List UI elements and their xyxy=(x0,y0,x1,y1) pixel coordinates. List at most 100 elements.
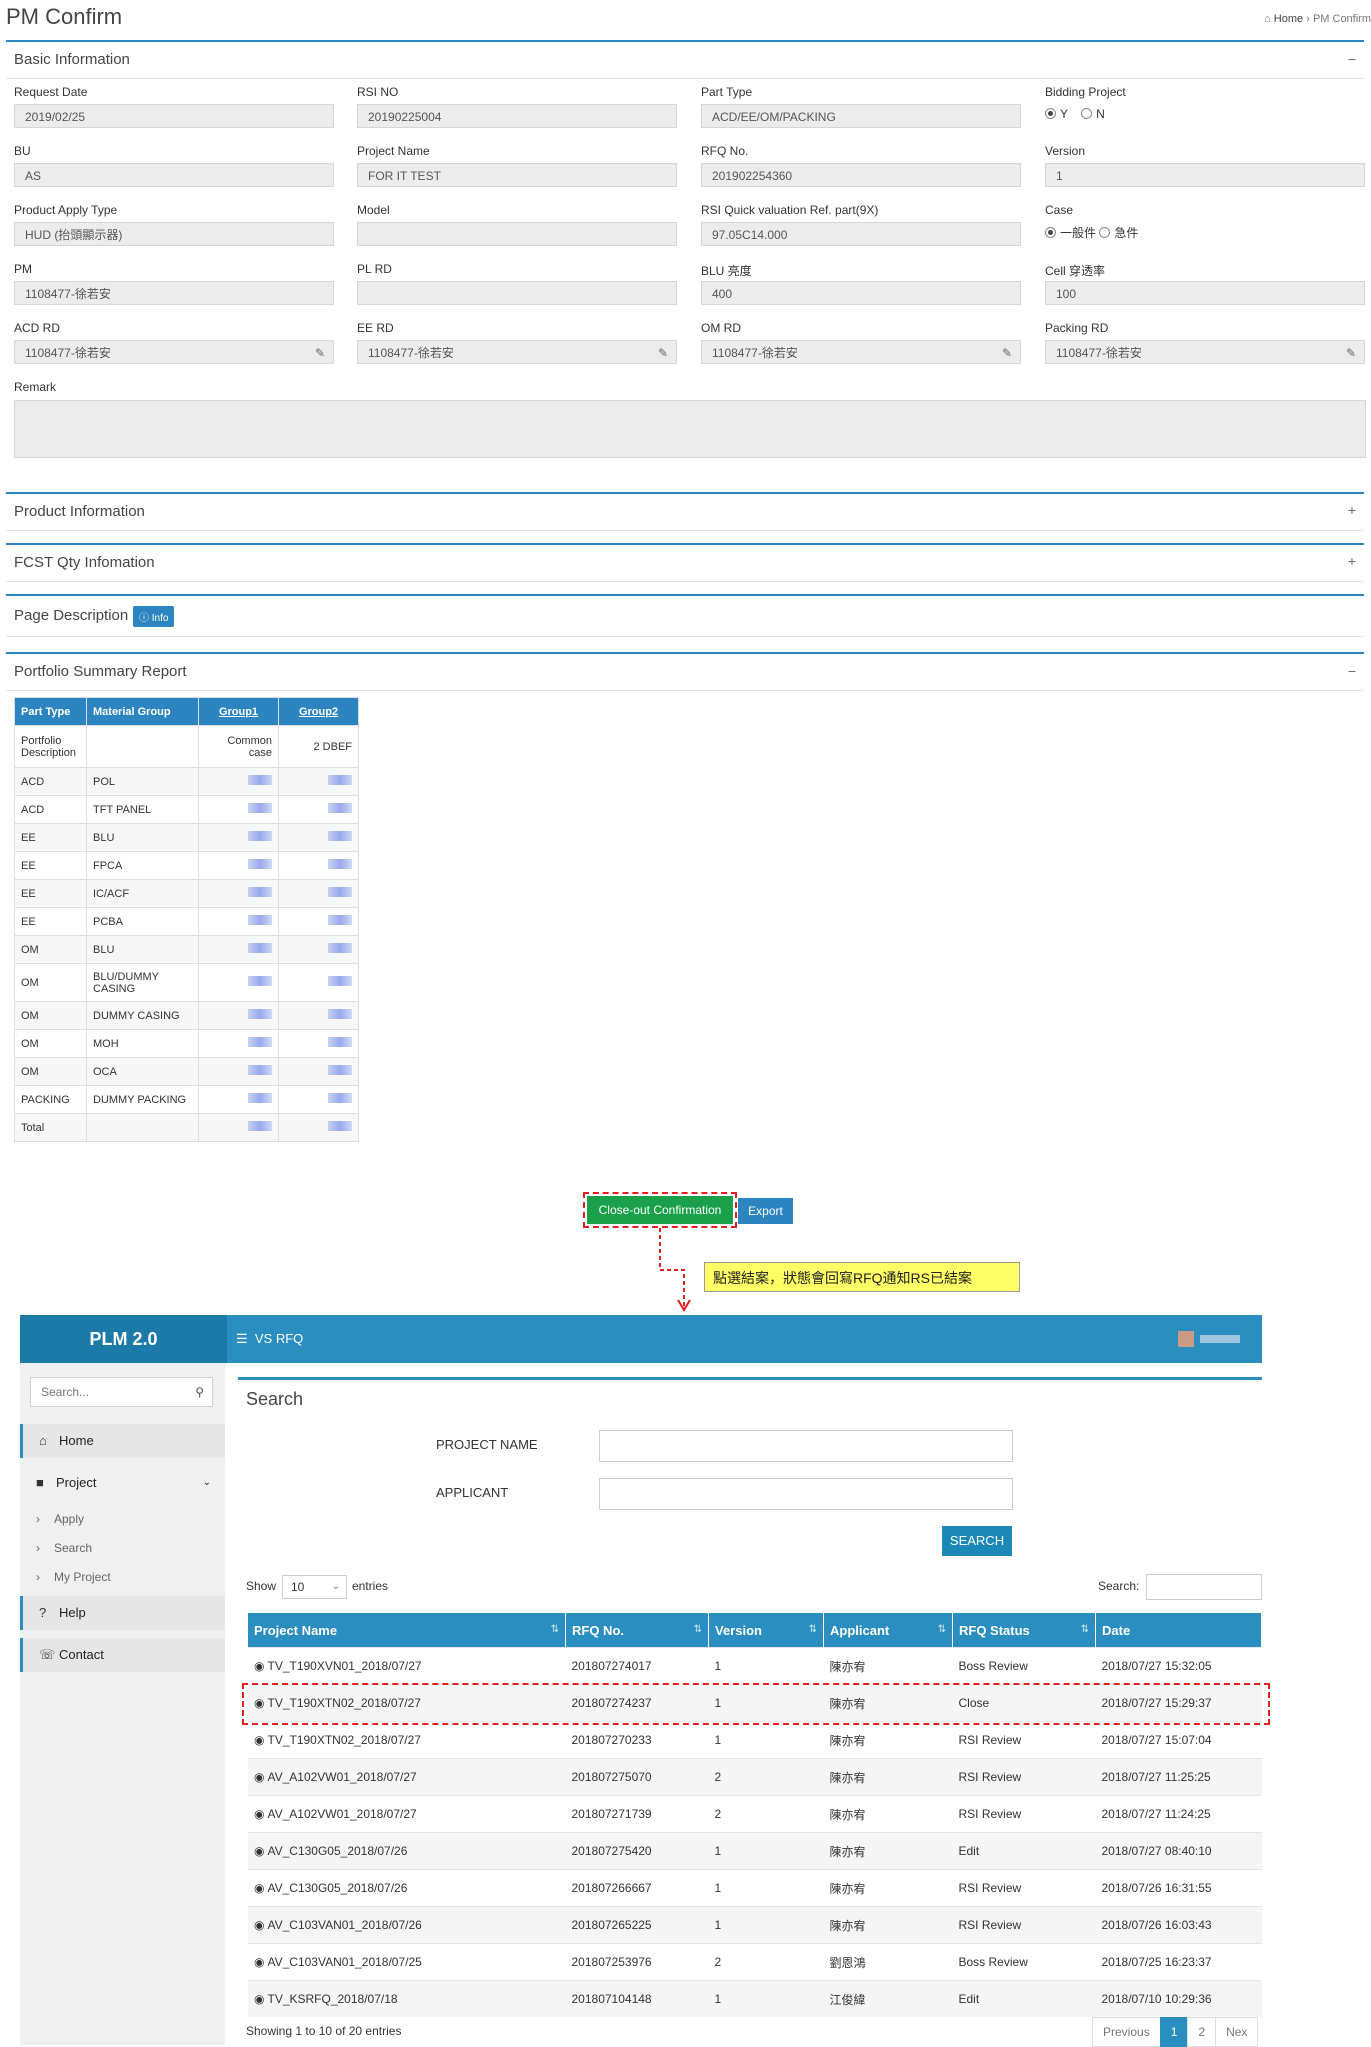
plm-menu-label: VS RFQ xyxy=(254,1331,304,1346)
edit-icon[interactable]: ✎ xyxy=(1346,341,1356,363)
table-row[interactable]: ◉ AV_A102VW01_2018/07/27 201807271739 2 陳亦宥 R… xyxy=(248,1795,1262,1833)
col-project-name[interactable]: Project Name ⇅ xyxy=(248,1613,566,1648)
breadcrumb-home[interactable]: Home xyxy=(1274,13,1303,25)
col-rfq-status[interactable]: RFQ Status ⇅ xyxy=(952,1613,1096,1648)
table-search-input[interactable] xyxy=(1146,1574,1262,1600)
project-name-link[interactable]: AV_C103VAN01_2018/07/26 xyxy=(267,1918,421,1932)
project-name-link[interactable]: TV_KSRFQ_2018/07/18 xyxy=(267,1992,397,2006)
fcst-panel-header[interactable]: FCST Qty Infomation + xyxy=(6,543,1364,582)
table-row[interactable]: ◉ AV_C103VAN01_2018/07/26 201807265225 1 陳亦宥… xyxy=(248,1906,1262,1944)
sidebar-item-contact[interactable]: ☏ Contact xyxy=(20,1638,225,1672)
sidebar-subitem-search[interactable]: › Search xyxy=(20,1534,225,1562)
sidebar-item-home[interactable]: ⌂ Home xyxy=(20,1424,225,1458)
edit-icon[interactable]: ✎ xyxy=(658,341,668,363)
col-date[interactable]: Date xyxy=(1095,1613,1262,1648)
search-button[interactable]: SEARCH xyxy=(942,1526,1012,1556)
col-label: Date xyxy=(1102,1622,1131,1638)
eye-icon[interactable]: ◉ xyxy=(254,1881,264,1895)
sort-icon[interactable]: ⇅ xyxy=(1081,1613,1089,1647)
sidebar-subitem-apply[interactable]: › Apply xyxy=(20,1505,225,1533)
project-name-cell[interactable]: ◉ AV_A102VW01_2018/07/27 xyxy=(248,1758,566,1796)
plm-menu[interactable]: ☰ VS RFQ xyxy=(236,1315,303,1363)
table-row[interactable]: ◉ TV_KSRFQ_2018/07/18 201807104148 1 江俊緯 Edit… xyxy=(248,1980,1262,2017)
sort-icon[interactable]: ⇅ xyxy=(809,1613,817,1647)
product-info-panel-header[interactable]: Product Information + xyxy=(6,492,1364,531)
sort-icon[interactable]: ⇅ xyxy=(694,1613,702,1647)
edit-icon[interactable]: ✎ xyxy=(315,341,325,363)
table-row[interactable]: ◉ TV_T190XVN01_2018/07/27 201807274017 1 陳亦宥… xyxy=(248,1647,1262,1685)
col-rfq-no[interactable]: RFQ No. ⇅ xyxy=(565,1613,709,1648)
project-name-cell[interactable]: ◉ AV_C130G05_2018/07/26 xyxy=(248,1869,566,1907)
portfolio-part-type-cell: OM xyxy=(14,963,87,1002)
info-badge[interactable]: ⓘ Info xyxy=(133,606,175,627)
table-row[interactable]: ◉ AV_C130G05_2018/07/26 201807266667 1 陳亦宥 RS… xyxy=(248,1869,1262,1907)
project-name-cell[interactable]: ◉ TV_T190XVN01_2018/07/27 xyxy=(248,1647,566,1685)
portfolio-col-group1[interactable]: Group1 xyxy=(198,697,279,726)
project-name-link[interactable]: TV_T190XVN01_2018/07/27 xyxy=(267,1659,421,1673)
table-row[interactable]: ◉ TV_T190XTN02_2018/07/27 201807270233 1 陳亦宥… xyxy=(248,1721,1262,1759)
sidebar-subitem-my-project[interactable]: › My Project xyxy=(20,1563,225,1591)
eye-icon[interactable]: ◉ xyxy=(254,1955,264,1969)
pagination-page-1[interactable]: 1 xyxy=(1159,2017,1189,2047)
table-row[interactable]: ◉ AV_C103VAN01_2018/07/25 201807253976 2 劉恩鴻… xyxy=(248,1943,1262,1981)
plm-brand[interactable]: PLM 2.0 xyxy=(20,1315,227,1363)
bidding-no-radio[interactable] xyxy=(1081,108,1093,119)
applicant-filter-input[interactable] xyxy=(599,1478,1013,1510)
show-label: Show xyxy=(246,1579,277,1593)
table-row[interactable]: ◉ AV_C130G05_2018/07/26 201807275420 1 陳亦宥 Ed… xyxy=(248,1832,1262,1870)
project-name-link[interactable]: AV_A102VW01_2018/07/27 xyxy=(267,1807,416,1821)
eye-icon[interactable]: ◉ xyxy=(254,1807,264,1821)
eye-icon[interactable]: ◉ xyxy=(254,1918,264,1932)
portfolio-col-group2[interactable]: Group2 xyxy=(278,697,359,726)
project-name-link[interactable]: AV_C130G05_2018/07/26 xyxy=(267,1844,407,1858)
portfolio-material-group-cell: MOH xyxy=(86,1029,199,1058)
pagination-page-2[interactable]: 2 xyxy=(1187,2017,1217,2047)
edit-icon[interactable]: ✎ xyxy=(1002,341,1012,363)
eye-icon[interactable]: ◉ xyxy=(254,1844,264,1858)
project-name-cell[interactable]: ◉ AV_A102VW01_2018/07/27 xyxy=(248,1795,566,1833)
pagination-previous[interactable]: Previous xyxy=(1092,2017,1161,2047)
case-urgent-radio[interactable] xyxy=(1099,227,1111,238)
pagination-next[interactable]: Nex xyxy=(1215,2017,1259,2047)
sort-icon[interactable]: ⇅ xyxy=(551,1613,559,1647)
export-button[interactable]: Export xyxy=(738,1198,793,1224)
portfolio-part-type-cell: EE xyxy=(14,851,87,880)
hamburger-icon[interactable]: ☰ xyxy=(236,1331,248,1346)
eye-icon[interactable]: ◉ xyxy=(254,1992,264,2006)
project-name-link[interactable]: AV_A102VW01_2018/07/27 xyxy=(267,1770,416,1784)
rfq-status-cell: RSI Review xyxy=(952,1758,1096,1796)
col-version[interactable]: Version ⇅ xyxy=(708,1613,824,1648)
search-icon[interactable]: ⚲ xyxy=(195,1378,204,1406)
sort-icon[interactable]: ⇅ xyxy=(938,1613,946,1647)
project-name-link[interactable]: TV_T190XTN02_2018/07/27 xyxy=(267,1733,420,1747)
project-name-cell[interactable]: ◉ TV_T190XTN02_2018/07/27 xyxy=(248,1721,566,1759)
expand-icon[interactable]: + xyxy=(1348,502,1356,518)
entries-select[interactable]: 10 ⌄ xyxy=(282,1575,347,1599)
project-name-cell[interactable]: ◉ AV_C103VAN01_2018/07/26 xyxy=(248,1906,566,1944)
portfolio-desc-empty xyxy=(86,725,199,768)
project-name-link[interactable]: AV_C103VAN01_2018/07/25 xyxy=(267,1955,421,1969)
expand-icon[interactable]: + xyxy=(1348,553,1356,569)
eye-icon[interactable]: ◉ xyxy=(254,1770,264,1784)
blurred-value xyxy=(248,976,272,986)
collapse-icon[interactable]: − xyxy=(1348,51,1356,67)
project-name-cell[interactable]: ◉ AV_C103VAN01_2018/07/25 xyxy=(248,1943,566,1981)
portfolio-panel-header[interactable]: Portfolio Summary Report − xyxy=(6,652,1364,691)
collapse-icon[interactable]: − xyxy=(1348,663,1356,679)
user-menu[interactable] xyxy=(1178,1331,1248,1347)
case-normal-radio[interactable] xyxy=(1045,227,1056,238)
eye-icon[interactable]: ◉ xyxy=(254,1733,264,1747)
sidebar-item-project[interactable]: ■ Project ⌄ xyxy=(20,1466,225,1500)
bidding-yes-radio[interactable] xyxy=(1045,108,1056,119)
project-name-cell[interactable]: ◉ TV_KSRFQ_2018/07/18 xyxy=(248,1980,566,2017)
table-row[interactable]: ◉ AV_A102VW01_2018/07/27 201807275070 2 陳亦宥 R… xyxy=(248,1758,1262,1796)
project-name-filter-input[interactable] xyxy=(599,1430,1013,1462)
close-out-confirmation-button[interactable]: Close-out Confirmation xyxy=(583,1192,737,1228)
col-applicant[interactable]: Applicant ⇅ xyxy=(823,1613,953,1648)
basic-info-panel-header[interactable]: Basic Information − xyxy=(6,40,1364,79)
project-name-cell[interactable]: ◉ AV_C130G05_2018/07/26 xyxy=(248,1832,566,1870)
eye-icon[interactable]: ◉ xyxy=(254,1659,264,1673)
sidebar-item-help[interactable]: ? Help xyxy=(20,1596,225,1630)
project-name-link[interactable]: AV_C130G05_2018/07/26 xyxy=(267,1881,407,1895)
sidebar-search-input[interactable]: Search... ⚲ xyxy=(30,1377,213,1407)
